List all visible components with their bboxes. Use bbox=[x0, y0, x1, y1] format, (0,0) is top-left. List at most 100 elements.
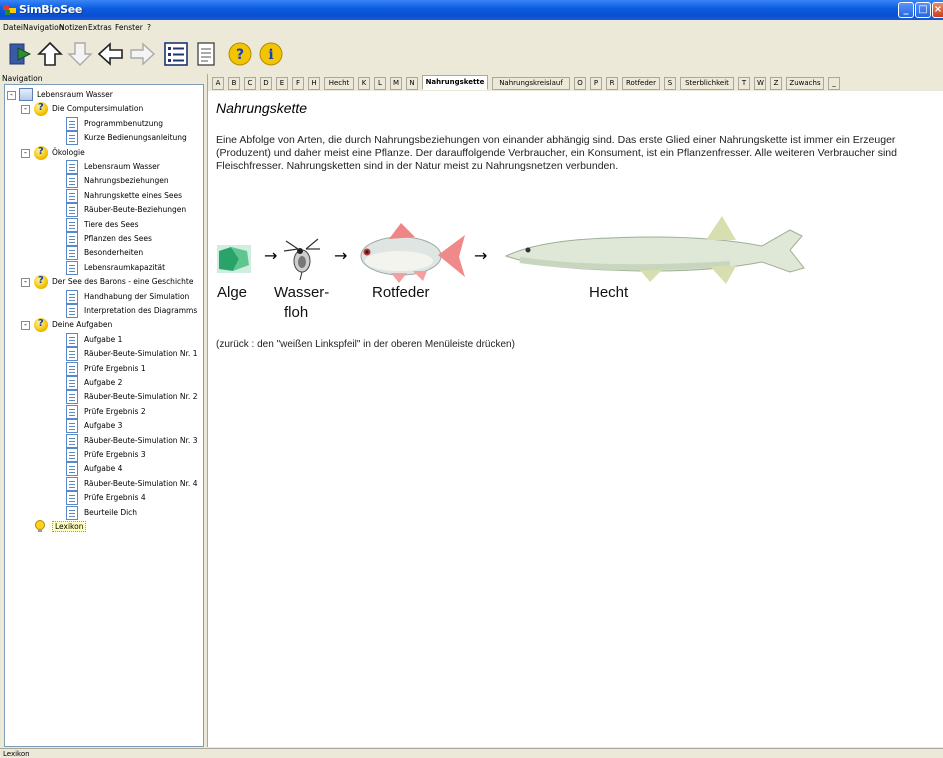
tab-n[interactable]: N bbox=[406, 77, 418, 90]
tree-item-label: Interpretation des Diagramms bbox=[84, 306, 198, 315]
status-bar: Lexikon bbox=[0, 748, 943, 758]
collapse-toggle[interactable]: - bbox=[21, 321, 30, 331]
page-icon bbox=[66, 332, 78, 347]
menu-notizen[interactable]: Notizen bbox=[59, 23, 88, 32]
collapse-toggle[interactable]: - bbox=[21, 278, 30, 288]
tab--[interactable]: _ bbox=[828, 77, 840, 90]
collapse-toggle[interactable]: - bbox=[21, 148, 30, 158]
tab-hecht[interactable]: Hecht bbox=[324, 77, 354, 90]
tab-sterblichkeit[interactable]: Sterblichkeit bbox=[680, 77, 734, 90]
tree-item[interactable]: Räuber-Beute-Simulation Nr. 4 bbox=[5, 476, 203, 491]
collapse-toggle[interactable]: - bbox=[21, 105, 30, 115]
page-icon bbox=[66, 419, 78, 434]
navigation-tree[interactable]: -Lebensraum Wasser-Die Computersimulatio… bbox=[4, 84, 204, 747]
tree-item[interactable]: - Deine Aufgaben bbox=[5, 318, 203, 333]
down-arrow-icon[interactable] bbox=[66, 39, 94, 69]
tab-w[interactable]: W bbox=[754, 77, 766, 90]
tree-item[interactable]: - Der See des Barons - eine Geschichte bbox=[5, 275, 203, 290]
tab-d[interactable]: D bbox=[260, 77, 272, 90]
tree-item[interactable]: Tiere des Sees bbox=[5, 217, 203, 232]
tree-item[interactable]: Räuber-Beute-Simulation Nr. 3 bbox=[5, 433, 203, 448]
tab-a[interactable]: A bbox=[212, 77, 224, 90]
back-arrow-icon[interactable] bbox=[97, 39, 125, 69]
tree-item[interactable]: Pflanzen des Sees bbox=[5, 232, 203, 246]
window-title: SimBioSee bbox=[19, 3, 83, 16]
tree-item-label: Programmbenutzung bbox=[84, 118, 163, 128]
tab-k[interactable]: K bbox=[358, 77, 370, 90]
tab-o[interactable]: O bbox=[574, 77, 586, 90]
help-icon bbox=[34, 102, 48, 117]
tree-item[interactable]: Prüfe Ergebnis 2 bbox=[5, 404, 203, 419]
forward-arrow-icon[interactable] bbox=[128, 39, 156, 69]
exit-icon[interactable] bbox=[6, 39, 34, 69]
tab-zuwachs[interactable]: Zuwachs bbox=[786, 77, 824, 90]
help-icon[interactable]: ? bbox=[226, 39, 254, 69]
tree-item[interactable]: Aufgabe 4 bbox=[5, 462, 203, 477]
tab-nahrungskette[interactable]: Nahrungskette bbox=[422, 75, 488, 90]
rotfeder-image bbox=[360, 223, 465, 283]
menu-extras[interactable]: Extras bbox=[88, 23, 112, 32]
menu-help[interactable]: ? bbox=[147, 23, 151, 32]
tab-c[interactable]: C bbox=[244, 77, 256, 90]
tree-item[interactable]: - Die Computersimulation bbox=[5, 102, 203, 117]
menu-fenster[interactable]: Fenster bbox=[115, 23, 143, 32]
title-bar[interactable]: SimBioSee _ □ × bbox=[0, 0, 943, 20]
close-button[interactable]: × bbox=[932, 2, 943, 18]
tree-item[interactable]: Räuber-Beute-Simulation Nr. 1 bbox=[5, 347, 203, 362]
tree-item[interactable]: Kurze Bedienungsanleitung bbox=[5, 131, 203, 146]
tree-item[interactable]: Nahrungsbeziehungen bbox=[5, 174, 203, 189]
tab-z[interactable]: Z bbox=[770, 77, 782, 90]
tab-b[interactable]: B bbox=[228, 77, 240, 90]
tab-p[interactable]: P bbox=[590, 77, 602, 90]
tree-item[interactable]: Aufgabe 2 bbox=[5, 376, 203, 390]
alga-image bbox=[217, 245, 251, 273]
tree-item-label: Deine Aufgaben bbox=[52, 320, 113, 330]
tree-item[interactable]: Prüfe Ergebnis 3 bbox=[5, 448, 203, 462]
page-icon bbox=[66, 390, 78, 405]
tree-item[interactable]: Nahrungskette eines Sees bbox=[5, 188, 203, 203]
page-icon bbox=[66, 448, 78, 462]
tab-l[interactable]: L bbox=[374, 77, 386, 90]
menu-datei[interactable]: Datei bbox=[3, 23, 23, 32]
collapse-toggle[interactable]: - bbox=[7, 91, 16, 100]
minimize-button[interactable]: _ bbox=[898, 2, 914, 18]
maximize-button[interactable]: □ bbox=[915, 2, 931, 18]
page-description: Eine Abfolge von Arten, die durch Nahrun… bbox=[216, 134, 897, 172]
home-icon[interactable] bbox=[36, 39, 64, 69]
tree-item[interactable]: Lebensraumkapazität bbox=[5, 260, 203, 275]
tab-nahrungskreislauf[interactable]: Nahrungskreislauf bbox=[492, 77, 570, 90]
tree-item[interactable]: Prüfe Ergebnis 1 bbox=[5, 361, 203, 376]
menu-navigation[interactable]: Navigation bbox=[23, 23, 63, 32]
tree-item[interactable]: Lexikon bbox=[5, 520, 203, 534]
tab-r[interactable]: R bbox=[606, 77, 618, 90]
tree-item[interactable]: Besonderheiten bbox=[5, 246, 203, 261]
page-title: Nahrungskette bbox=[216, 100, 308, 116]
tree-item[interactable]: Aufgabe 3 bbox=[5, 419, 203, 434]
tab-h[interactable]: H bbox=[308, 77, 320, 90]
tab-e[interactable]: E bbox=[276, 77, 288, 90]
tab-rotfeder[interactable]: Rotfeder bbox=[622, 77, 660, 90]
tree-item[interactable]: - Lebensraum Wasser bbox=[5, 88, 203, 102]
tree-item[interactable]: Räuber-Beute-Beziehungen bbox=[5, 203, 203, 218]
tree-item[interactable]: Handhabung der Simulation bbox=[5, 289, 203, 304]
tab-s[interactable]: S bbox=[664, 77, 676, 90]
tab-t[interactable]: T bbox=[738, 77, 750, 90]
tree-item[interactable]: Prüfe Ergebnis 4 bbox=[5, 491, 203, 506]
tree-item-label: Lebensraumkapazität bbox=[84, 262, 166, 272]
tab-m[interactable]: M bbox=[390, 77, 402, 90]
tree-item[interactable]: Programmbenutzung bbox=[5, 116, 203, 131]
outline-icon[interactable] bbox=[162, 39, 190, 69]
page-icon bbox=[66, 433, 78, 448]
tree-item[interactable]: Aufgabe 1 bbox=[5, 332, 203, 347]
tree-item-label: Nahrungsbeziehungen bbox=[84, 176, 169, 186]
tree-item[interactable]: Räuber-Beute-Simulation Nr. 2 bbox=[5, 390, 203, 405]
tree-item[interactable]: Lebensraum Wasser bbox=[5, 160, 203, 174]
tree-item[interactable]: Interpretation des Diagramms bbox=[5, 304, 203, 318]
info-icon[interactable]: i bbox=[257, 39, 285, 69]
chain-arrow: → bbox=[264, 246, 278, 265]
tree-item[interactable]: - Ökologie bbox=[5, 145, 203, 160]
document-icon[interactable] bbox=[192, 39, 220, 69]
tab-f[interactable]: F bbox=[292, 77, 304, 90]
tree-item[interactable]: Beurteile Dich bbox=[5, 505, 203, 520]
tree-item-label: Räuber-Beute-Beziehungen bbox=[84, 205, 187, 215]
